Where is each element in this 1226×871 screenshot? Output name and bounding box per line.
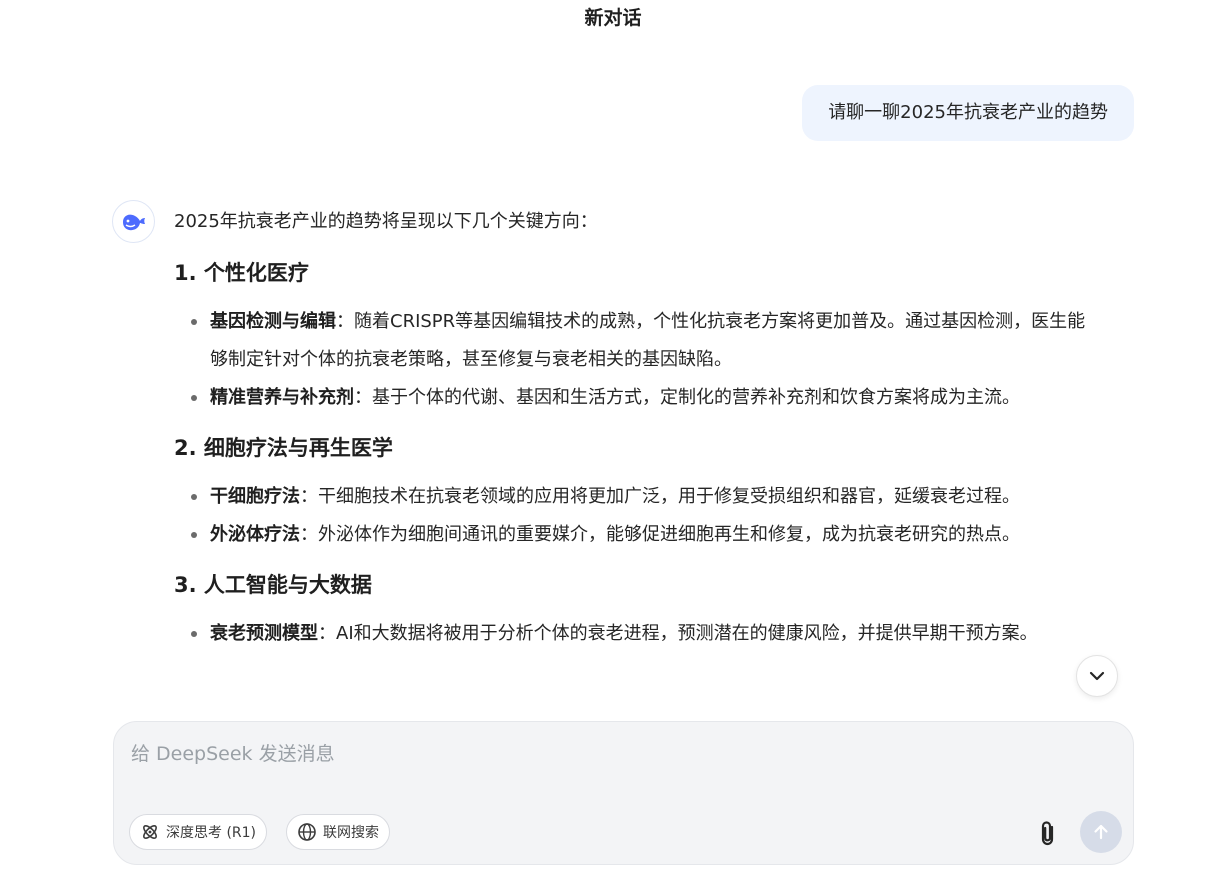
page-title: 新对话 xyxy=(584,7,642,29)
assistant-answer: 2025年抗衰老产业的趋势将呈现以下几个关键方向： 1. 个性化医疗 基因检测与… xyxy=(174,200,1134,722)
list-item: 精准营养与补充剂：基于个体的代谢、基因和生活方式，定制化的营养补充剂和饮食方案将… xyxy=(188,379,1134,417)
section-heading: 1. 个性化医疗 xyxy=(174,261,309,285)
list-item: 基因检测与编辑：随着CRISPR等基因编辑技术的成熟，个性化抗衰老方案将更加普及… xyxy=(188,303,1098,379)
item-term: 精准营养与补充剂 xyxy=(210,387,354,408)
list-item: 外泌体疗法：外泌体作为细胞间通讯的重要媒介，能够促进细胞再生和修复，成为抗衰老研… xyxy=(188,516,1134,554)
item-text: ：随着CRISPR等基因编辑技术的成熟，个性化抗衰老方案将更加普及。通过基因检测… xyxy=(210,311,1086,370)
list-item: 衰老预测模型：AI和大数据将被用于分析个体的衰老进程，预测潜在的健康风险，并提供… xyxy=(188,615,1098,653)
item-text: ：外泌体作为细胞间通讯的重要媒介，能够促进细胞再生和修复，成为抗衰老研究的热点。 xyxy=(300,524,1020,545)
chevron-down-icon xyxy=(1089,671,1105,681)
item-text: ：AI和大数据将被用于分析个体的衰老进程，预测潜在的健康风险，并提供早期干预方案… xyxy=(318,623,1038,644)
section-heading: 2. 细胞疗法与再生医学 xyxy=(174,436,393,460)
deepseek-avatar xyxy=(112,200,155,243)
scroll-to-bottom-button[interactable] xyxy=(1076,655,1118,697)
globe-icon xyxy=(298,823,316,841)
section-heading: 3. 人工智能与大数据 xyxy=(174,573,372,597)
attach-file-button[interactable] xyxy=(1032,817,1064,849)
deepseek-whale-icon xyxy=(122,214,145,230)
paperclip-icon xyxy=(1041,821,1054,846)
section-list: 衰老预测模型：AI和大数据将被用于分析个体的衰老进程，预测潜在的健康风险，并提供… xyxy=(174,615,1134,653)
send-button[interactable] xyxy=(1080,811,1122,853)
arrow-up-icon xyxy=(1094,824,1108,840)
answer-intro: 2025年抗衰老产业的趋势将呈现以下几个关键方向： xyxy=(174,211,598,232)
item-term: 干细胞疗法 xyxy=(210,486,300,507)
web-search-toggle[interactable]: 联网搜索 xyxy=(286,814,390,850)
section-list: 干细胞疗法：干细胞技术在抗衰老领域的应用将更加广泛，用于修复受损组织和器官，延缓… xyxy=(174,478,1134,554)
message-input[interactable] xyxy=(131,737,1111,771)
message-composer: 深度思考 (R1) 联网搜索 xyxy=(113,721,1134,865)
deep-think-toggle[interactable]: 深度思考 (R1) xyxy=(129,814,268,850)
list-item: 干细胞疗法：干细胞技术在抗衰老领域的应用将更加广泛，用于修复受损组织和器官，延缓… xyxy=(188,478,1134,516)
web-search-label: 联网搜索 xyxy=(323,825,379,841)
item-term: 外泌体疗法 xyxy=(210,524,300,545)
user-message-bubble: 请聊一聊2025年抗衰老产业的趋势 xyxy=(802,85,1134,141)
item-text: ：基于个体的代谢、基因和生活方式，定制化的营养补充剂和饮食方案将成为主流。 xyxy=(354,387,1020,408)
item-term: 基因检测与编辑 xyxy=(210,311,336,332)
item-text: ：干细胞技术在抗衰老领域的应用将更加广泛，用于修复受损组织和器官，延缓衰老过程。 xyxy=(300,486,1020,507)
item-term: 衰老预测模型 xyxy=(210,623,318,644)
atom-icon xyxy=(143,825,157,839)
section-list: 基因检测与编辑：随着CRISPR等基因编辑技术的成熟，个性化抗衰老方案将更加普及… xyxy=(174,303,1134,417)
deep-think-label: 深度思考 (R1) xyxy=(166,825,257,841)
